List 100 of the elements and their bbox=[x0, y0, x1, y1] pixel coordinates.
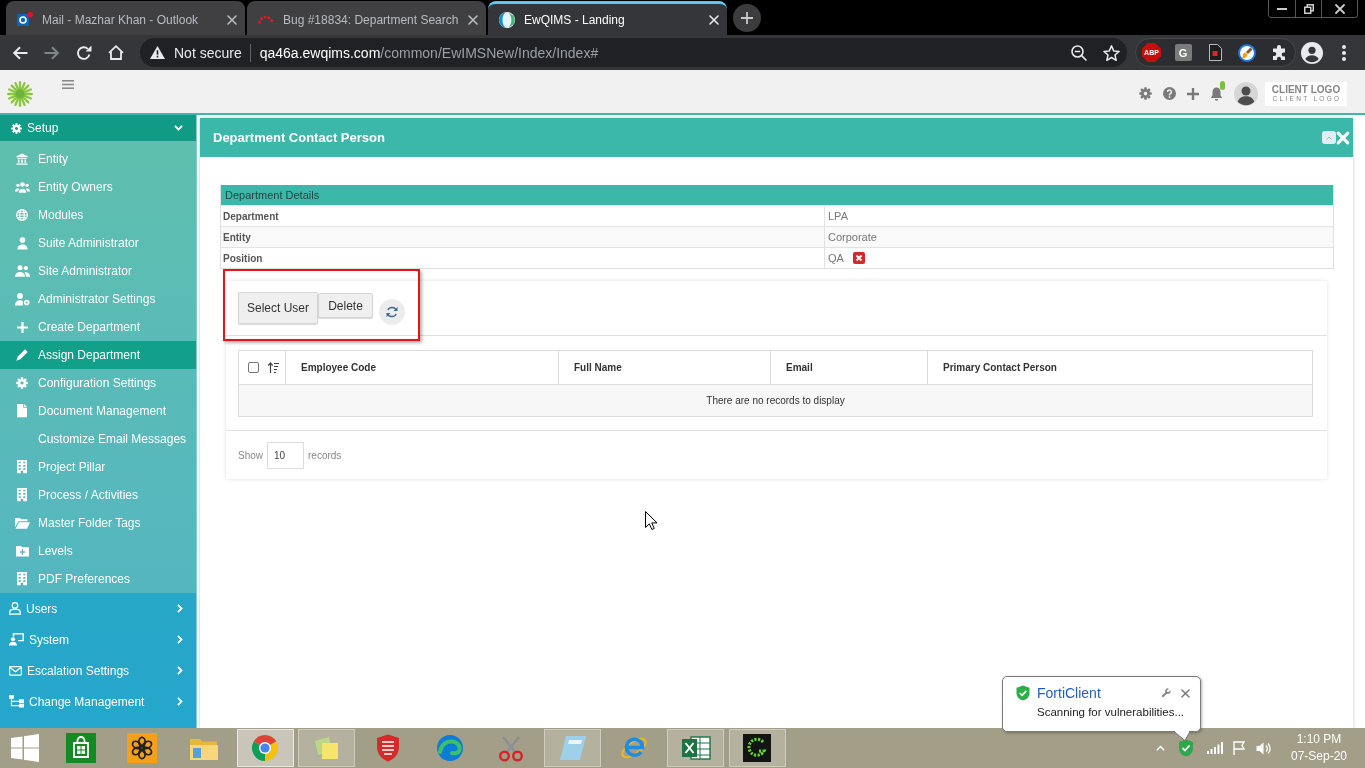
circle-logo-icon bbox=[252, 735, 278, 761]
more-icon[interactable] bbox=[1342, 44, 1346, 61]
url-text[interactable]: qa46a.ewqims.com/common/EwIMSNew/Index/Index# bbox=[259, 44, 599, 61]
delete-button[interactable]: Delete bbox=[318, 293, 373, 318]
building-icon bbox=[17, 488, 27, 502]
new-tab-button[interactable] bbox=[733, 3, 761, 32]
plus-icon bbox=[16, 321, 28, 333]
browser-tab[interactable]: EwQIMS - Landing bbox=[488, 1, 727, 35]
user-icon bbox=[16, 236, 28, 250]
close-icon bbox=[1334, 3, 1345, 14]
sidebar-section[interactable]: Setup bbox=[0, 115, 196, 141]
remove-icon[interactable] bbox=[852, 252, 865, 264]
flower-icon bbox=[127, 733, 157, 763]
signal-bars-icon[interactable] bbox=[1206, 742, 1223, 754]
column-header[interactable]: Primary Contact Person bbox=[943, 362, 1057, 373]
clock-date[interactable]: 07-Sep-20 bbox=[1290, 748, 1347, 765]
menu-icon[interactable] bbox=[62, 80, 74, 89]
extension-button[interactable]: G bbox=[1174, 44, 1192, 61]
wrench-icon[interactable] bbox=[1161, 688, 1171, 698]
field-label: Entity bbox=[223, 231, 251, 243]
back-icon[interactable] bbox=[12, 45, 28, 60]
settings-icon[interactable] bbox=[1139, 87, 1152, 100]
close-button[interactable] bbox=[1321, 0, 1357, 17]
home-icon[interactable] bbox=[108, 45, 124, 60]
refresh-button[interactable] bbox=[379, 299, 405, 325]
globe-icon bbox=[16, 209, 28, 221]
notification-title: FortiClient bbox=[1037, 685, 1101, 701]
refresh-icon bbox=[386, 306, 398, 318]
chevron-up-icon[interactable] bbox=[1155, 745, 1165, 751]
scissors-icon bbox=[497, 734, 525, 762]
sidebar-item[interactable]: Modules bbox=[0, 201, 196, 229]
sidebar-item[interactable]: Document Management bbox=[0, 397, 196, 425]
browser-tab[interactable]: Bug #18834: Department Search bbox=[247, 1, 486, 35]
star-icon[interactable] bbox=[1102, 44, 1120, 61]
arc-icon bbox=[258, 15, 274, 24]
puzzle-icon[interactable] bbox=[1271, 44, 1287, 61]
profile-icon[interactable] bbox=[1301, 41, 1323, 64]
sidebar-section[interactable]: Change Management bbox=[0, 686, 196, 717]
taskbar-button[interactable] bbox=[728, 729, 786, 767]
swirl-icon bbox=[436, 735, 463, 761]
flag-icon[interactable] bbox=[1232, 741, 1245, 755]
address-bar[interactable]: Not secure qa46a.ewqims.com/common/EwIMSNew/Index/Index# bbox=[140, 38, 1127, 67]
bell-icon[interactable] bbox=[1210, 86, 1223, 101]
select-user-button[interactable]: Select User bbox=[238, 292, 318, 324]
close-icon[interactable] bbox=[227, 14, 237, 25]
sidebar-item[interactable]: Customize Email Messages bbox=[0, 425, 196, 453]
reload-icon[interactable] bbox=[76, 44, 92, 61]
sidebar-section[interactable]: Users bbox=[0, 593, 196, 624]
pencil-icon bbox=[16, 349, 28, 361]
speaker-icon[interactable] bbox=[1255, 741, 1271, 755]
clock-time[interactable]: 1:10 PM bbox=[1296, 731, 1342, 748]
avatar-icon[interactable] bbox=[1234, 81, 1258, 106]
browser-tab[interactable]: Mail - Mazhar Khan - Outlook bbox=[6, 1, 245, 35]
users-icon bbox=[14, 265, 30, 277]
help-icon[interactable] bbox=[1163, 87, 1176, 100]
taskbar-button[interactable] bbox=[667, 729, 724, 767]
document-icon[interactable] bbox=[1208, 44, 1222, 61]
sort-icon[interactable] bbox=[268, 362, 279, 373]
sitemap-icon bbox=[9, 695, 24, 708]
sidebar-item[interactable]: Configuration Settings bbox=[0, 369, 196, 397]
forward-icon[interactable] bbox=[44, 45, 60, 60]
user-gear-icon bbox=[14, 292, 30, 306]
shopping-bag-icon bbox=[65, 733, 96, 763]
page-size-field[interactable]: 10 bbox=[267, 442, 304, 469]
zoom-out-icon[interactable] bbox=[1071, 44, 1087, 61]
checkbox[interactable] bbox=[248, 362, 259, 373]
security-label[interactable]: Not secure bbox=[174, 44, 242, 61]
sidebar-item[interactable]: Site Administrator bbox=[0, 257, 196, 285]
sidebar-item[interactable]: Entity Owners bbox=[0, 173, 196, 201]
brush-icon[interactable] bbox=[1238, 43, 1256, 62]
pager-label: Show bbox=[238, 450, 263, 461]
sidebar-item[interactable]: Project Pillar bbox=[0, 453, 196, 481]
sidebar-section[interactable]: System bbox=[0, 624, 196, 655]
sidebar-item[interactable]: Create Department bbox=[0, 313, 196, 341]
warning-icon bbox=[150, 46, 165, 59]
sidebar-item[interactable]: Suite Administrator bbox=[0, 229, 196, 257]
sidebar-item[interactable]: Process / Activities bbox=[0, 481, 196, 509]
empty-message: There are no records to display bbox=[706, 395, 845, 406]
shield-check-icon[interactable] bbox=[1177, 739, 1194, 757]
pager-label: records bbox=[308, 450, 342, 461]
sidebar-item[interactable]: Assign Department bbox=[0, 341, 196, 369]
sidebar-item[interactable]: Administrator Settings bbox=[0, 285, 196, 313]
column-header[interactable]: Employee Code bbox=[301, 362, 377, 373]
sidebar-section[interactable]: Escalation Settings bbox=[0, 655, 196, 686]
column-header[interactable]: Email bbox=[786, 362, 813, 373]
gear-icon bbox=[16, 377, 28, 389]
details-header: Department Details bbox=[221, 185, 1333, 205]
close-icon[interactable] bbox=[1181, 688, 1190, 698]
sidebar-item[interactable]: Levels bbox=[0, 537, 196, 565]
building-icon bbox=[17, 460, 27, 474]
plus-icon bbox=[741, 11, 753, 24]
sidebar-item[interactable]: PDF Preferences bbox=[0, 565, 196, 593]
presentation-icon bbox=[9, 633, 24, 646]
sidebar-item[interactable]: Entity bbox=[0, 145, 196, 173]
column-header[interactable]: Full Name bbox=[574, 362, 622, 373]
minimize-icon bbox=[1277, 7, 1287, 10]
sidebar-item[interactable]: Master Folder Tags bbox=[0, 509, 196, 537]
dotted-g-icon bbox=[743, 734, 771, 762]
plus-icon[interactable] bbox=[1187, 87, 1199, 100]
close-icon[interactable] bbox=[468, 14, 478, 25]
